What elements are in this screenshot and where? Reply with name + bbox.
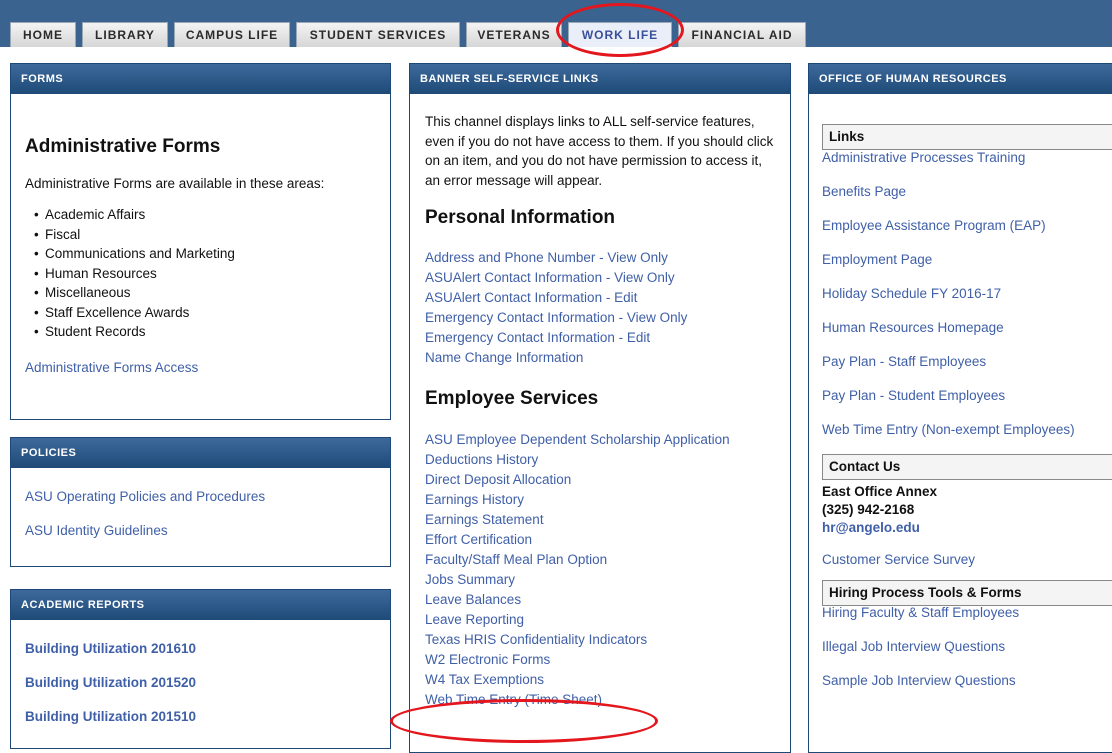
policies-link[interactable]: ASU Identity Guidelines [25, 522, 378, 556]
hiring-link[interactable]: Hiring Faculty & Staff Employees [822, 604, 1112, 638]
personal-info-link[interactable]: Name Change Information [425, 348, 776, 368]
tab-student-services[interactable]: STUDENT SERVICES [296, 22, 460, 47]
policies-link[interactable]: ASU Operating Policies and Procedures [25, 488, 378, 522]
hr-link[interactable]: Pay Plan - Staff Employees [822, 353, 1112, 387]
list-item: Staff Excellence Awards [34, 303, 378, 323]
list-item: Human Resources [34, 264, 378, 284]
employee-service-link[interactable]: Texas HRIS Confidentiality Indicators [425, 630, 776, 650]
tab-home[interactable]: HOME [10, 22, 76, 47]
employee-service-link[interactable]: Leave Balances [425, 590, 776, 610]
personal-info-link[interactable]: Emergency Contact Information - View Onl… [425, 308, 776, 328]
tab-financial-aid[interactable]: FINANCIAL AID [678, 22, 806, 47]
personal-info-link[interactable]: Address and Phone Number - View Only [425, 248, 776, 268]
contact-us-heading: Contact Us [822, 454, 1112, 480]
employee-service-link[interactable]: Leave Reporting [425, 610, 776, 630]
hr-link[interactable]: Web Time Entry (Non-exempt Employees) [822, 421, 1112, 455]
hr-links-heading: Links [822, 124, 1112, 150]
policies-panel: POLICIES ASU Operating Policies and Proc… [10, 437, 391, 567]
employee-service-link[interactable]: Earnings History [425, 490, 776, 510]
employee-service-link[interactable]: Direct Deposit Allocation [425, 470, 776, 490]
policies-panel-header: POLICIES [11, 438, 390, 468]
list-item: Fiscal [34, 225, 378, 245]
academic-reports-panel-header: ACADEMIC REPORTS [11, 590, 390, 620]
administrative-forms-title: Administrative Forms [25, 136, 221, 157]
employee-service-link[interactable]: Deductions History [425, 450, 776, 470]
employee-service-link[interactable]: W2 Electronic Forms [425, 650, 776, 670]
hiring-link[interactable]: Sample Job Interview Questions [822, 672, 1112, 706]
banner-self-service-panel: BANNER SELF-SERVICE LINKS This channel d… [409, 63, 791, 753]
hr-link[interactable]: Human Resources Homepage [822, 319, 1112, 353]
personal-info-link[interactable]: ASUAlert Contact Information - Edit [425, 288, 776, 308]
banner-panel-header: BANNER SELF-SERVICE LINKS [410, 64, 790, 94]
hr-links-list: Administrative Processes Training Benefi… [822, 149, 1112, 455]
administrative-forms-access-link[interactable]: Administrative Forms Access [25, 360, 198, 375]
report-link[interactable]: Building Utilization 201610 [25, 640, 378, 674]
contact-office: East Office Annex [822, 484, 938, 499]
hr-link[interactable]: Employment Page [822, 251, 1112, 285]
banner-intro-text: This channel displays links to ALL self-… [425, 114, 774, 188]
contact-phone: (325) 942-2168 [822, 502, 915, 517]
employee-service-link[interactable]: Effort Certification [425, 530, 776, 550]
hr-link[interactable]: Benefits Page [822, 183, 1112, 217]
hiring-tools-heading: Hiring Process Tools & Forms [822, 580, 1112, 606]
personal-information-title: Personal Information [425, 207, 616, 228]
forms-panel: FORMS Administrative Forms Administrativ… [10, 63, 391, 420]
contact-info: East Office Annex (325) 942-2168 hr@ange… [822, 483, 1112, 537]
hr-link[interactable]: Pay Plan - Student Employees [822, 387, 1112, 421]
list-item: Miscellaneous [34, 283, 378, 303]
web-time-entry-link[interactable]: Web Time Entry (Time Sheet) [425, 690, 776, 710]
hr-link[interactable]: Administrative Processes Training [822, 149, 1112, 183]
employee-services-title: Employee Services [425, 388, 599, 409]
list-item: Student Records [34, 322, 378, 342]
tab-campus-life[interactable]: CAMPUS LIFE [174, 22, 290, 47]
list-item: Communications and Marketing [34, 244, 378, 264]
personal-information-links: Address and Phone Number - View Only ASU… [425, 248, 776, 368]
employee-service-link[interactable]: Faculty/Staff Meal Plan Option [425, 550, 776, 570]
personal-info-link[interactable]: ASUAlert Contact Information - View Only [425, 268, 776, 288]
employee-service-link[interactable]: ASU Employee Dependent Scholarship Appli… [425, 430, 776, 450]
report-link[interactable]: Building Utilization 201510 [25, 708, 378, 742]
contact-email-link[interactable]: hr@angelo.edu [822, 519, 1112, 537]
forms-intro-text: Administrative Forms are available in th… [25, 176, 325, 191]
employee-services-links: ASU Employee Dependent Scholarship Appli… [425, 430, 776, 710]
top-nav-bar: HOME LIBRARY CAMPUS LIFE STUDENT SERVICE… [0, 0, 1112, 47]
report-link[interactable]: Building Utilization 201520 [25, 674, 378, 708]
academic-reports-panel: ACADEMIC REPORTS Building Utilization 20… [10, 589, 391, 749]
hiring-link[interactable]: Illegal Job Interview Questions [822, 638, 1112, 672]
tab-library[interactable]: LIBRARY [82, 22, 168, 47]
employee-service-link[interactable]: Jobs Summary [425, 570, 776, 590]
tab-veterans[interactable]: VETERANS [466, 22, 562, 47]
list-item: Academic Affairs [34, 205, 378, 225]
employee-service-link[interactable]: W4 Tax Exemptions [425, 670, 776, 690]
hr-link[interactable]: Holiday Schedule FY 2016-17 [822, 285, 1112, 319]
hr-link[interactable]: Employee Assistance Program (EAP) [822, 217, 1112, 251]
hr-panel-header: OFFICE OF HUMAN RESOURCES [809, 64, 1112, 94]
forms-panel-header: FORMS [11, 64, 390, 94]
forms-area-list: Academic Affairs Fiscal Communications a… [25, 205, 378, 342]
hiring-links-list: Hiring Faculty & Staff Employees Illegal… [822, 604, 1112, 706]
personal-info-link[interactable]: Emergency Contact Information - Edit [425, 328, 776, 348]
employee-service-link[interactable]: Earnings Statement [425, 510, 776, 530]
tab-work-life[interactable]: WORK LIFE [568, 22, 672, 47]
human-resources-panel: OFFICE OF HUMAN RESOURCES Links Administ… [808, 63, 1112, 753]
